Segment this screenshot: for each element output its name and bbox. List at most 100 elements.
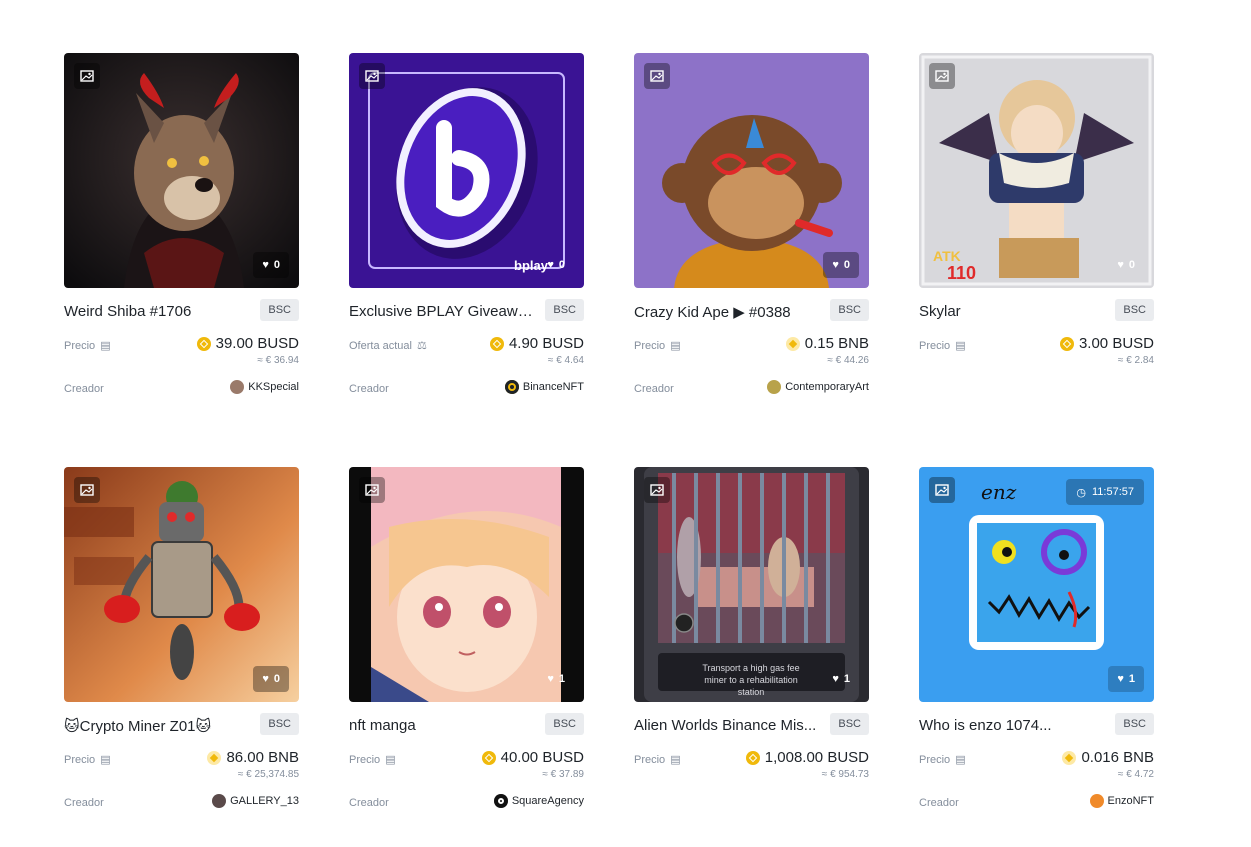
auction-icon: ⚖	[416, 340, 427, 352]
image-type-icon	[929, 63, 955, 89]
creator-link[interactable]: SquareAgency	[493, 794, 584, 808]
chain-badge: BSC	[545, 713, 584, 735]
price-label: Precio ▤	[634, 339, 681, 353]
heart-icon: ♥	[1117, 259, 1124, 271]
fiat-price: ≈ € 954.73	[821, 769, 869, 780]
nft-card[interactable]: ♥ 0 🐱Crypto Miner Z01🐱 BSC Precio ▤ 86.00…	[64, 467, 299, 817]
like-button[interactable]: ♥ 1	[1108, 666, 1144, 692]
avatar	[767, 380, 782, 394]
like-button[interactable]: ♥ 0	[1108, 252, 1144, 278]
creator-label: Creador	[349, 383, 389, 395]
fiat-price: ≈ € 4.64	[547, 355, 584, 366]
nft-title[interactable]: Weird Shiba #1706	[64, 303, 249, 320]
nft-image[interactable]: Transport a high gas fee miner to a reha…	[634, 467, 869, 702]
price-label: Precio ▤	[64, 339, 111, 353]
nft-card[interactable]: ♥ 0 Crazy Kid Ape ▶ #0388 BSC Precio ▤ 0.…	[634, 53, 869, 403]
price: 1,008.00 BUSD	[745, 749, 869, 766]
fiat-price: ≈ € 36.94	[257, 355, 299, 366]
auction-timer: ◷ 11:57:57	[1066, 479, 1144, 505]
creator-link[interactable]: BinanceNFT	[504, 380, 584, 394]
atk-value: 110	[947, 263, 976, 283]
like-count: 1	[843, 673, 850, 685]
like-count: 0	[273, 259, 280, 271]
busd-coin-icon	[1059, 336, 1074, 351]
nft-title[interactable]: Who is enzo 1074...	[919, 717, 1104, 734]
price: 86.00 BNB	[207, 749, 299, 766]
price-label: Precio ▤	[349, 753, 396, 767]
avatar	[493, 794, 508, 808]
info-icon: ▤	[385, 754, 396, 766]
fiat-price: ≈ € 37.89	[542, 769, 584, 780]
creator-link[interactable]: ContemporaryArt	[767, 380, 869, 394]
image-type-icon	[359, 63, 385, 89]
chain-badge: BSC	[1115, 713, 1154, 735]
busd-coin-icon	[481, 750, 496, 765]
price: 0.016 BNB	[1062, 749, 1154, 766]
nft-card[interactable]: ♥ 0 Weird Shiba #1706 BSC Precio ▤ 39.00 …	[64, 53, 299, 403]
like-count: 1	[1128, 673, 1135, 685]
image-type-icon	[644, 63, 670, 89]
avatar	[212, 794, 227, 808]
creator-link[interactable]: KKSpecial	[230, 380, 299, 394]
busd-coin-icon	[745, 750, 760, 765]
like-button[interactable]: ♥ 0	[538, 252, 574, 278]
bnb-coin-icon	[207, 750, 222, 765]
fiat-price: ≈ € 2.84	[1117, 355, 1154, 366]
like-button[interactable]: ♥ 0	[253, 252, 289, 278]
heart-icon: ♥	[832, 673, 839, 685]
nft-image[interactable]: ♥ 0	[64, 53, 299, 288]
avatar	[504, 380, 519, 394]
avatar	[1089, 794, 1104, 808]
nft-title[interactable]: Alien Worlds Binance Mis...	[634, 717, 819, 734]
nft-card[interactable]: Transport a high gas fee miner to a reha…	[634, 467, 869, 817]
nft-image[interactable]: bplay ♥ 0	[349, 53, 584, 288]
info-icon: ▤	[100, 754, 111, 766]
chain-badge: BSC	[260, 713, 299, 735]
nft-title[interactable]: nft manga	[349, 717, 534, 734]
like-button[interactable]: ♥ 1	[538, 666, 574, 692]
like-button[interactable]: ♥ 0	[823, 252, 859, 278]
nft-card[interactable]: ♥ 1 nft manga BSC Precio ▤ 40.00 BUSD ≈ €…	[349, 467, 584, 817]
nft-image[interactable]: ♥ 0	[634, 53, 869, 288]
nft-image[interactable]: ♥ 0	[64, 467, 299, 702]
price: 39.00 BUSD	[196, 335, 299, 352]
artist-signature: enz	[981, 480, 1017, 504]
heart-icon: ♥	[547, 259, 554, 271]
nft-title[interactable]: Skylar	[919, 303, 1104, 320]
atk-label: ATK	[933, 248, 961, 264]
nft-image[interactable]: enz ◷ 11:57:57 ♥ 1	[919, 467, 1154, 702]
heart-icon: ♥	[262, 259, 269, 271]
bnb-coin-icon	[1062, 750, 1077, 765]
nft-image[interactable]: ATK 110 ♥ 0	[919, 53, 1154, 288]
nft-title[interactable]: Exclusive BPLAY Giveawa...	[349, 303, 534, 320]
info-icon: ▤	[670, 340, 681, 352]
chain-badge: BSC	[545, 299, 584, 321]
bnb-coin-icon	[785, 336, 800, 351]
price-label: Precio ▤	[64, 753, 111, 767]
avatar	[230, 380, 245, 394]
price: 40.00 BUSD	[481, 749, 584, 766]
like-count: 0	[273, 673, 280, 685]
price: 4.90 BUSD	[489, 335, 584, 352]
nft-title[interactable]: 🐱Crypto Miner Z01🐱	[64, 717, 249, 735]
heart-icon: ♥	[832, 259, 839, 271]
nft-card[interactable]: bplay ♥ 0 Exclusive BPLAY Giveawa... BSC…	[349, 53, 584, 403]
busd-coin-icon	[196, 336, 211, 351]
price: 3.00 BUSD	[1059, 335, 1154, 352]
creator-link[interactable]: GALLERY_13	[212, 794, 299, 808]
nft-card[interactable]: ATK 110 ♥ 0 Skylar BSC Precio ▤ 3.00 BUSD…	[919, 53, 1154, 403]
busd-coin-icon	[489, 336, 504, 351]
like-count: 1	[558, 673, 565, 685]
nft-title[interactable]: Crazy Kid Ape ▶ #0388	[634, 303, 819, 321]
info-icon: ▤	[955, 754, 966, 766]
creator-link[interactable]: EnzoNFT	[1089, 794, 1154, 808]
like-button[interactable]: ♥ 0	[253, 666, 289, 692]
chain-badge: BSC	[830, 713, 869, 735]
nft-card[interactable]: enz ◷ 11:57:57 ♥ 1 Who is enzo 1074... B…	[919, 467, 1154, 817]
price-label: Precio ▤	[634, 753, 681, 767]
image-type-icon	[644, 477, 670, 503]
nft-image[interactable]: ♥ 1	[349, 467, 584, 702]
like-count: 0	[843, 259, 850, 271]
creator-label: Creador	[64, 797, 104, 809]
like-button[interactable]: ♥ 1	[823, 666, 859, 692]
